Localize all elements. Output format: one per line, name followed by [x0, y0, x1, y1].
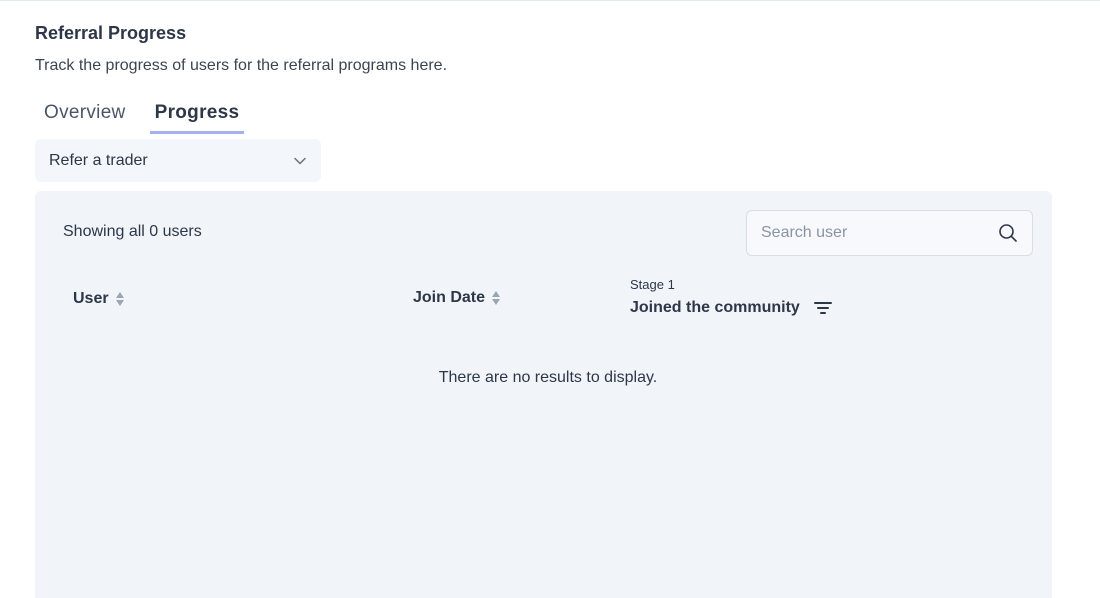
column-header-stage: Joined the community	[630, 299, 832, 317]
users-table-panel: Showing all 0 users User Join Date Stage…	[35, 191, 1052, 598]
sort-icon[interactable]	[115, 291, 125, 307]
program-select[interactable]: Refer a trader	[35, 139, 321, 182]
sort-icon[interactable]	[491, 290, 501, 306]
page-title: Referral Progress	[35, 23, 187, 43]
user-count-text: Showing all 0 users	[63, 223, 202, 240]
column-header-join-date-label: Join Date	[413, 289, 486, 306]
column-header-user-label: User	[73, 290, 109, 307]
tab-overview[interactable]: Overview	[39, 98, 131, 134]
empty-state-message: There are no results to display.	[438, 369, 658, 386]
tab-bar: Overview Progress	[35, 98, 263, 134]
column-header-join-date[interactable]: Join Date	[413, 289, 501, 307]
search-input[interactable]	[761, 224, 998, 242]
column-header-user[interactable]: User	[73, 290, 125, 308]
filter-icon[interactable]	[813, 300, 832, 316]
column-header-stage-label: Joined the community	[630, 299, 800, 316]
chevron-down-icon	[294, 157, 306, 164]
stage-number-label: Stage 1	[630, 277, 675, 292]
program-select-value: Refer a trader	[49, 151, 148, 169]
tab-progress[interactable]: Progress	[149, 98, 245, 134]
page-subtitle: Track the progress of users for the refe…	[35, 57, 448, 74]
search-box[interactable]	[746, 210, 1033, 256]
search-icon[interactable]	[998, 223, 1018, 243]
